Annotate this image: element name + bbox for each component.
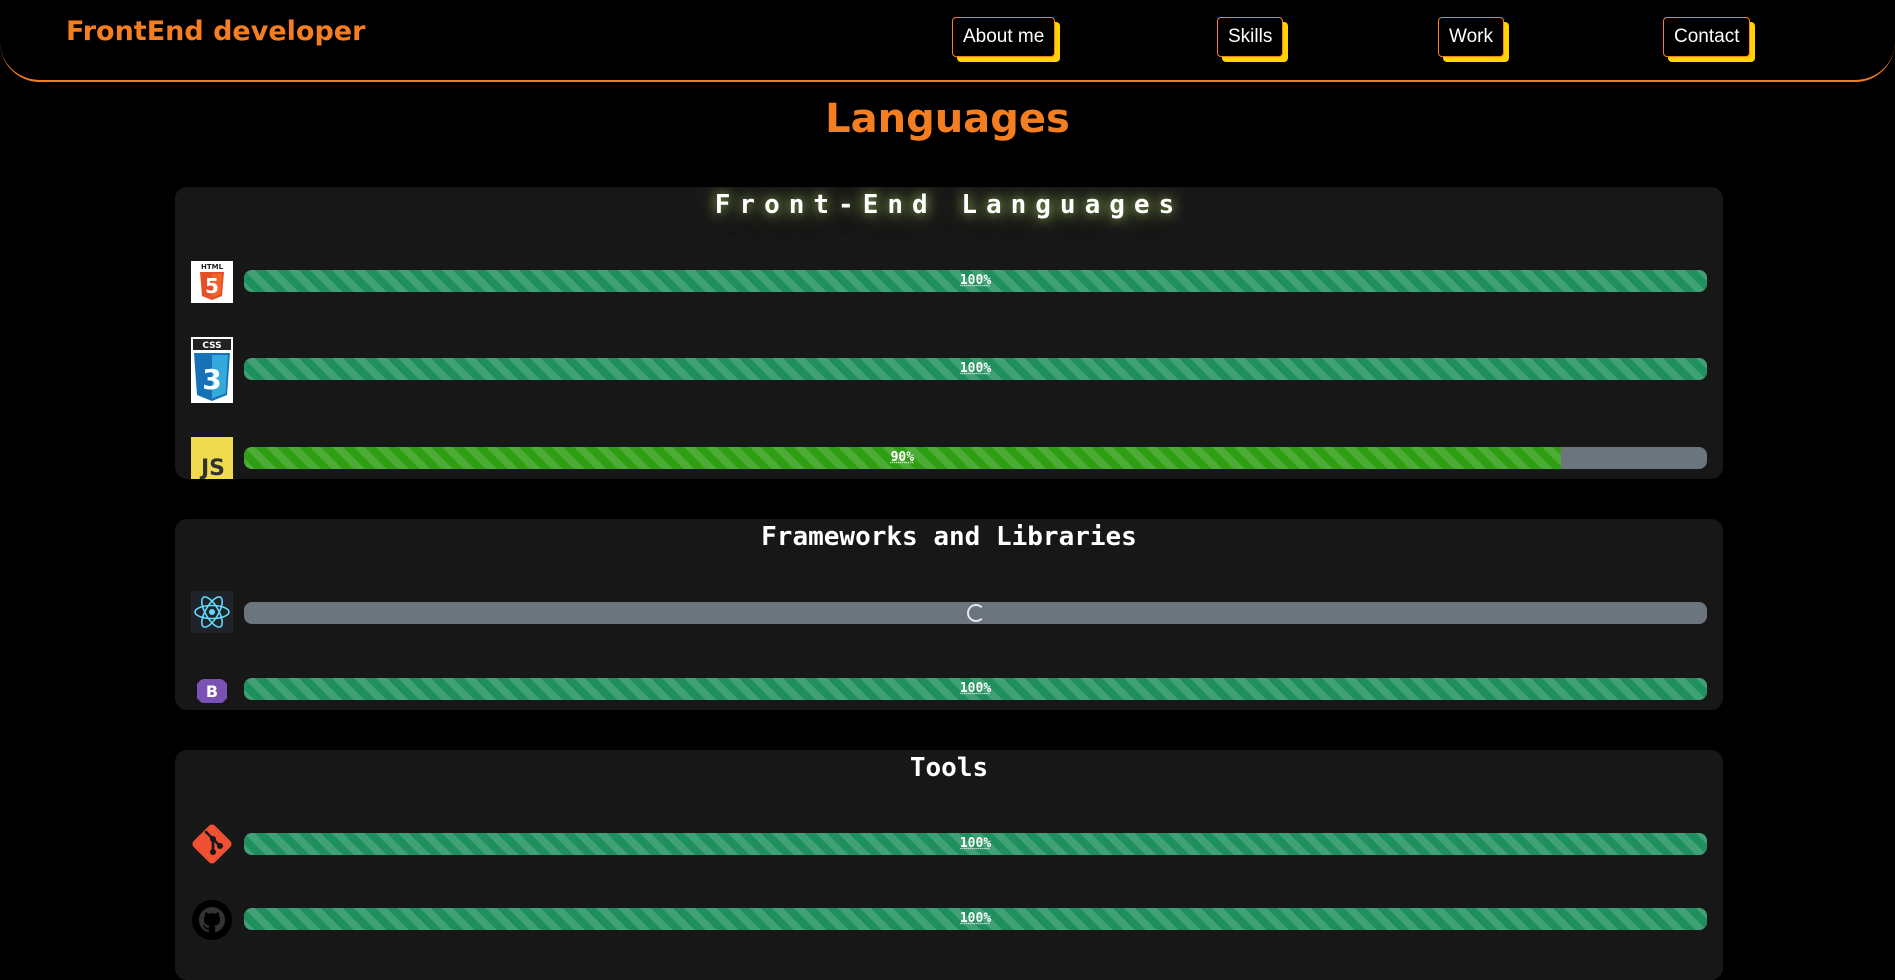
card-title: Tools <box>175 753 1723 783</box>
github-icon <box>191 899 233 941</box>
bootstrap-icon: B <box>197 676 227 706</box>
html5-icon: HTML 5 <box>191 261 233 303</box>
git-icon <box>191 823 233 865</box>
svg-text:B: B <box>206 682 218 701</box>
css-skill-bar: 100% <box>244 358 1707 380</box>
css-skill-percent: 100% <box>960 358 991 380</box>
javascript-skill-percent: 90% <box>891 447 914 469</box>
nav-contact-button[interactable]: Contact <box>1663 17 1750 57</box>
react-skill-bar <box>244 602 1707 624</box>
css3-icon: CSS 3 <box>191 337 233 403</box>
svg-text:3: 3 <box>202 363 221 396</box>
git-skill-bar: 100% <box>244 833 1707 855</box>
bootstrap-skill-bar: 100% <box>244 678 1707 700</box>
brand-logo[interactable]: FrontEnd developer <box>66 16 365 47</box>
github-skill-bar: 100% <box>244 908 1707 930</box>
frameworks-card: Frameworks and Libraries B 100% <box>175 519 1723 710</box>
git-skill-percent: 100% <box>960 833 991 855</box>
html-skill-bar: 100% <box>244 270 1707 292</box>
bootstrap-skill-percent: 100% <box>960 678 991 700</box>
nav-about-button[interactable]: About me <box>952 17 1055 57</box>
nav-skills-button[interactable]: Skills <box>1217 17 1283 57</box>
github-skill-percent: 100% <box>960 908 991 930</box>
svg-text:CSS: CSS <box>202 341 221 351</box>
nav-work-button[interactable]: Work <box>1438 17 1504 57</box>
react-icon <box>191 591 233 633</box>
card-title: Front-End Languages <box>175 190 1723 220</box>
html-skill-percent: 100% <box>960 270 991 292</box>
site-header: FrontEnd developer About me Skills Work … <box>0 0 1895 82</box>
tools-card: Tools 100% 100% <box>175 750 1723 980</box>
loading-spinner-icon <box>967 604 985 622</box>
javascript-icon: JS <box>191 437 233 479</box>
card-title: Frameworks and Libraries <box>175 522 1723 552</box>
page-title: Languages <box>0 96 1895 142</box>
svg-text:5: 5 <box>205 274 219 298</box>
javascript-skill-bar: 90% <box>244 447 1707 469</box>
svg-text:JS: JS <box>199 456 225 479</box>
frontend-languages-card: Front-End Languages HTML 5 100% CSS 3 10… <box>175 187 1723 479</box>
svg-text:HTML: HTML <box>201 263 224 271</box>
